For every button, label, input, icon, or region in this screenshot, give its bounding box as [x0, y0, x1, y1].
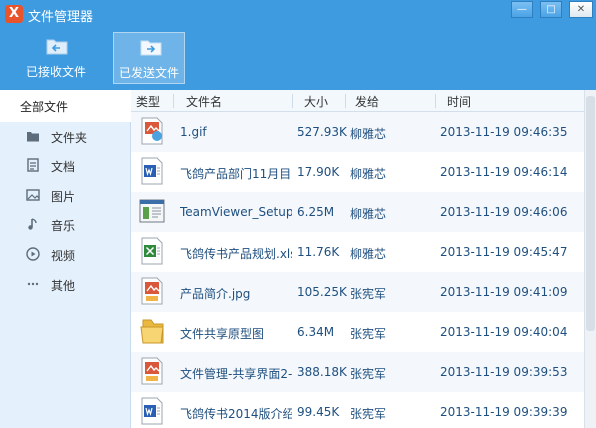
- file-name: 飞鸽传书2014版介绍: [180, 407, 292, 421]
- file-time: 2013-11-19 09:46:06: [440, 205, 568, 219]
- received-files-label: 已接收文件: [25, 65, 86, 79]
- file-size: 99.45K: [297, 405, 340, 419]
- excel-file-icon: [141, 237, 163, 265]
- file-name: 飞鸽产品部门11月目: [180, 167, 292, 181]
- file-size: 17.90K: [297, 165, 340, 179]
- column-divider[interactable]: [345, 94, 346, 108]
- word-file-icon: [141, 397, 163, 425]
- file-name: 文件管理-共享界面2-: [180, 367, 292, 381]
- sidebar: 全部文件 文件夹 文档 图片 音乐 视频 其他: [0, 90, 131, 428]
- sidebar-item-label: 音乐: [51, 219, 76, 233]
- sidebar-item-label: 文档: [51, 160, 76, 174]
- file-recipient: 柳雅芯: [350, 167, 387, 181]
- sidebar-item-music[interactable]: 音乐: [0, 210, 131, 238]
- file-time: 2013-11-19 09:46:14: [440, 165, 568, 179]
- received-files-button[interactable]: 已接收文件: [20, 32, 92, 84]
- sent-files-label: 已发送文件: [118, 66, 179, 80]
- table-row[interactable]: 文件共享原型图 6.34M 张宪军 2013-11-19 09:40:04: [131, 312, 584, 352]
- column-header-sent-to[interactable]: 发给: [355, 93, 379, 110]
- file-recipient: 张宪军: [350, 327, 387, 341]
- file-name: 飞鸽传书产品规划.xls: [180, 247, 292, 261]
- file-size: 11.76K: [297, 245, 340, 259]
- file-name: 文件共享原型图: [180, 327, 265, 341]
- app-logo-icon: X: [5, 5, 23, 23]
- document-icon: [27, 158, 39, 172]
- music-icon: [28, 218, 37, 230]
- column-divider[interactable]: [292, 94, 293, 108]
- file-name: TeamViewer_Setup.: [180, 205, 292, 219]
- sidebar-item-all-files[interactable]: 全部文件: [0, 90, 131, 122]
- window-title: 文件管理器: [28, 10, 94, 25]
- sidebar-item-image[interactable]: 图片: [0, 181, 131, 209]
- column-header-size[interactable]: 大小: [304, 93, 328, 110]
- scrollbar-thumb[interactable]: [586, 96, 595, 331]
- sidebar-all-label: 全部文件: [20, 100, 69, 114]
- maximize-button[interactable]: □: [540, 1, 562, 18]
- file-time: 2013-11-19 09:41:09: [440, 285, 568, 299]
- table-row[interactable]: 1.gif 527.93K 柳雅芯 2013-11-19 09:46:35: [131, 112, 584, 152]
- file-list-header: 类型 文件名 大小 发给 时间: [131, 90, 584, 112]
- file-recipient: 柳雅芯: [350, 207, 387, 221]
- file-list: 1.gif 527.93K 柳雅芯 2013-11-19 09:46:35 飞鸽…: [131, 112, 584, 428]
- received-folder-icon: [46, 39, 68, 55]
- file-time: 2013-11-19 09:39:53: [440, 365, 568, 379]
- column-divider[interactable]: [173, 94, 174, 108]
- column-header-type[interactable]: 类型: [136, 93, 160, 110]
- file-size: 527.93K: [297, 125, 347, 139]
- column-header-name[interactable]: 文件名: [186, 93, 222, 110]
- sidebar-item-label: 图片: [51, 190, 76, 204]
- sidebar-item-label: 视频: [51, 249, 76, 263]
- sidebar-item-label: 文件夹: [51, 131, 88, 145]
- table-row[interactable]: 文件管理-共享界面2- 388.18K 张宪军 2013-11-19 09:39…: [131, 352, 584, 392]
- sent-files-button[interactable]: 已发送文件: [113, 32, 185, 84]
- file-recipient: 柳雅芯: [350, 247, 387, 261]
- column-divider[interactable]: [435, 94, 436, 108]
- gif-file-icon: [141, 117, 163, 145]
- file-size: 105.25K: [297, 285, 347, 299]
- table-row[interactable]: 飞鸽产品部门11月目 17.90K 柳雅芯 2013-11-19 09:46:1…: [131, 152, 584, 192]
- table-row[interactable]: TeamViewer_Setup. 6.25M 柳雅芯 2013-11-19 0…: [131, 192, 584, 232]
- sent-folder-icon: [140, 40, 162, 56]
- more-icon: [27, 282, 39, 286]
- file-recipient: 张宪军: [350, 407, 387, 421]
- table-row[interactable]: 飞鸽传书2014版介绍 99.45K 张宪军 2013-11-19 09:39:…: [131, 392, 584, 428]
- file-time: 2013-11-19 09:46:35: [440, 125, 568, 139]
- title-bar: X 文件管理器 — □ ✕: [0, 0, 596, 28]
- jpg-file-icon: [141, 277, 163, 305]
- file-name: 产品简介.jpg: [180, 287, 251, 301]
- file-size: 6.34M: [297, 325, 335, 339]
- folder-icon: [27, 132, 39, 142]
- file-size: 388.18K: [297, 365, 347, 379]
- sidebar-item-other[interactable]: 其他: [0, 270, 131, 298]
- minimize-button[interactable]: —: [511, 1, 533, 18]
- video-icon: [26, 247, 40, 261]
- sidebar-item-video[interactable]: 视频: [0, 240, 131, 268]
- vertical-scrollbar[interactable]: [584, 90, 596, 428]
- word-file-icon: [141, 157, 163, 185]
- file-recipient: 张宪军: [350, 367, 387, 381]
- exe-file-icon: [139, 199, 165, 223]
- image-icon: [26, 189, 40, 201]
- sidebar-item-folder[interactable]: 文件夹: [0, 122, 131, 150]
- file-recipient: 柳雅芯: [350, 127, 387, 141]
- file-size: 6.25M: [297, 205, 335, 219]
- file-name: 1.gif: [180, 125, 207, 139]
- close-button[interactable]: ✕: [569, 1, 593, 18]
- file-time: 2013-11-19 09:40:04: [440, 325, 568, 339]
- table-row[interactable]: 飞鸽传书产品规划.xls 11.76K 柳雅芯 2013-11-19 09:45…: [131, 232, 584, 272]
- sidebar-item-document[interactable]: 文档: [0, 151, 131, 179]
- table-row[interactable]: 产品简介.jpg 105.25K 张宪军 2013-11-19 09:41:09: [131, 272, 584, 312]
- file-time: 2013-11-19 09:45:47: [440, 245, 568, 259]
- file-recipient: 张宪军: [350, 287, 387, 301]
- sidebar-item-label: 其他: [51, 279, 76, 293]
- file-time: 2013-11-19 09:39:39: [440, 405, 568, 419]
- image-file-icon: [141, 357, 163, 385]
- folder-file-icon: [140, 319, 164, 344]
- toolbar: 已接收文件 已发送文件: [0, 28, 596, 90]
- column-header-time[interactable]: 时间: [447, 93, 471, 110]
